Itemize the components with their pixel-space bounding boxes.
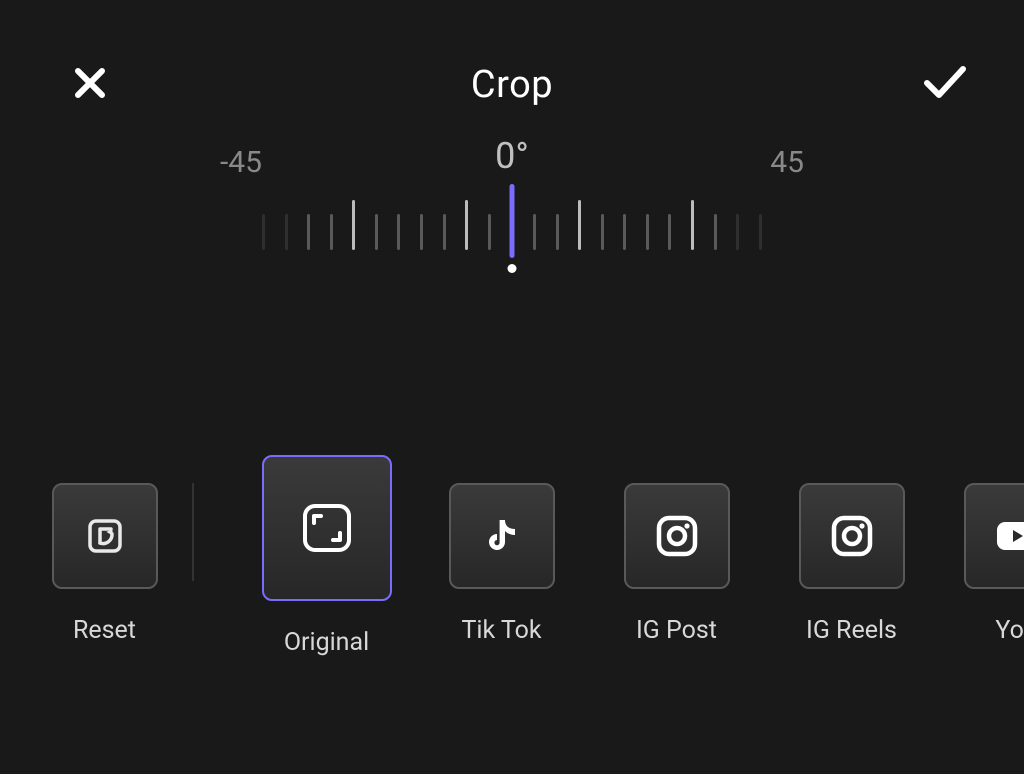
dial-indicator-dot — [508, 264, 517, 273]
preset-youtube: You — [949, 455, 1024, 645]
rotation-value: 0° — [495, 135, 529, 177]
preset-tiktok-button[interactable] — [449, 483, 555, 589]
divider — [192, 483, 194, 581]
preset-label: You — [995, 616, 1024, 645]
page-title: Crop — [471, 63, 553, 107]
preset-tiktok: Tik Tok — [434, 455, 569, 657]
close-button[interactable] — [70, 63, 110, 107]
reset-button[interactable] — [52, 483, 158, 589]
preset-igpost: IG Post — [609, 455, 744, 657]
instagram-icon — [828, 512, 876, 560]
confirm-button[interactable] — [921, 63, 969, 107]
preset-igreels: IG Reels — [784, 455, 919, 657]
tiktok-icon — [480, 514, 524, 558]
dial-indicator — [510, 184, 515, 258]
preset-original: Original — [259, 455, 394, 657]
rotation-min-label: -45 — [220, 145, 262, 180]
preset-label: IG Post — [636, 616, 717, 645]
preset-original-button[interactable] — [262, 455, 392, 601]
preset-igreels-button[interactable] — [799, 483, 905, 589]
instagram-icon — [653, 512, 701, 560]
presets: Original Tik Tok IG Post — [259, 455, 919, 657]
preset-igpost-button[interactable] — [624, 483, 730, 589]
reset-label: Reset — [73, 616, 136, 645]
youtube-icon — [993, 516, 1024, 556]
reset-block: Reset — [47, 455, 162, 645]
preset-label: Tik Tok — [461, 616, 541, 645]
reset-icon — [83, 514, 127, 558]
header: Crop — [0, 55, 1024, 115]
preset-strip: Reset Original Tik Tok — [0, 455, 1024, 665]
close-icon — [70, 63, 110, 103]
rotation-dial[interactable] — [237, 190, 787, 280]
preset-label: IG Reels — [806, 616, 897, 645]
preset-label: Original — [284, 628, 369, 657]
original-icon — [297, 498, 357, 558]
rotation-max-label: 45 — [770, 145, 804, 180]
check-icon — [921, 63, 969, 103]
preset-youtube-button[interactable] — [964, 483, 1024, 589]
